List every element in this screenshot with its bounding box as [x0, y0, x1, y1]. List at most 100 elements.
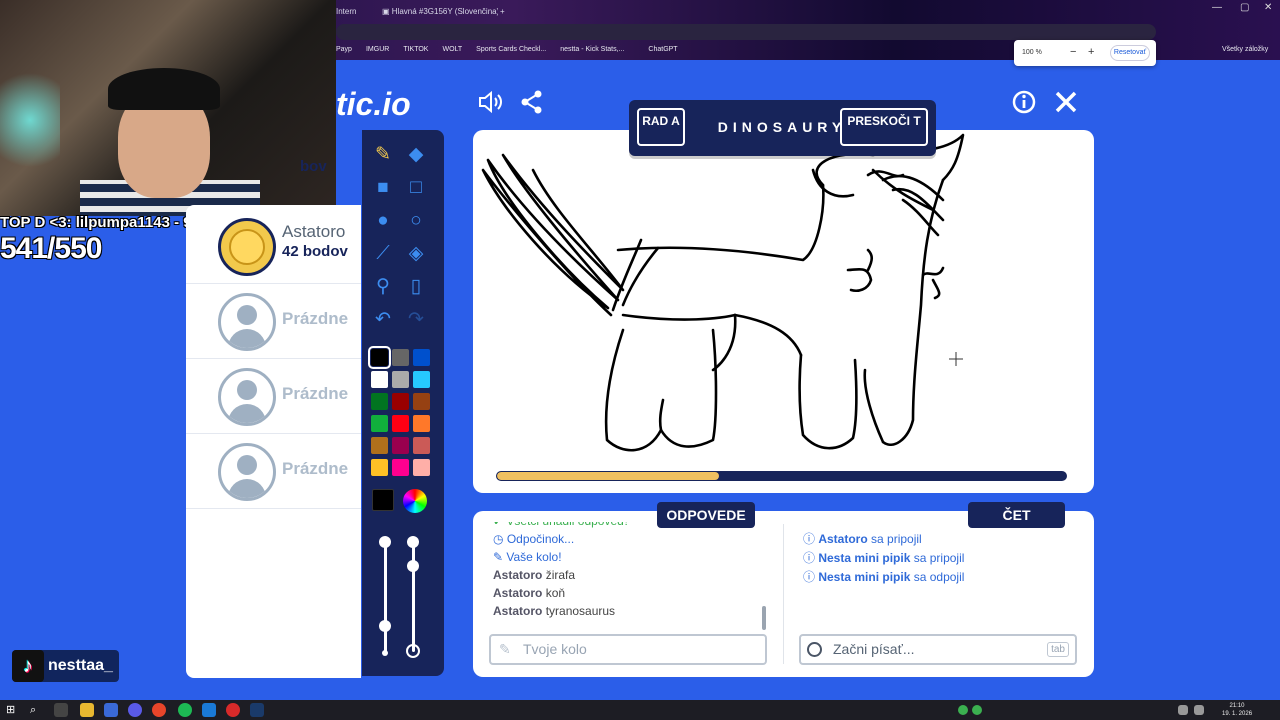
address-bar[interactable] [336, 24, 1156, 40]
color-wheel-icon[interactable] [403, 489, 427, 513]
undo-icon[interactable]: ↶ [370, 307, 396, 333]
bookmark-item[interactable]: nestta - Kick Stats,... [560, 42, 624, 58]
zoom-out-button[interactable]: − [1070, 46, 1076, 58]
browser-tab-active[interactable]: ▣ Hlavná #3G156Y (Slovenčina) - [382, 4, 498, 20]
steam-icon[interactable] [250, 703, 264, 717]
player-slot-empty: Prázdne [186, 435, 361, 509]
color-swatch[interactable] [413, 459, 430, 476]
drawing-tools-panel: ✎ ◆ ■ □ ● ○ ⟋ ◈ ⚲ ▯ ↶ ↷ [362, 130, 444, 676]
filled-ellipse-icon[interactable]: ● [370, 208, 396, 234]
pencil-icon[interactable]: ✎ [370, 142, 396, 168]
chat-tab: ČET [968, 502, 1065, 528]
color-swatch[interactable] [413, 349, 430, 366]
bookmark-item[interactable]: WOLT [442, 42, 462, 58]
color-swatch[interactable] [371, 415, 388, 432]
hint-label: RAD A [642, 114, 680, 128]
color-swatch[interactable] [371, 459, 388, 476]
color-swatch[interactable] [371, 393, 388, 410]
color-swatch[interactable] [392, 349, 409, 366]
tray-icon[interactable] [958, 705, 968, 715]
bookmark-item[interactable]: TIKTOK [403, 42, 428, 58]
minimize-icon[interactable]: — [1212, 2, 1222, 13]
bookmark-item[interactable]: Payp [336, 42, 352, 58]
close-icon[interactable] [1052, 89, 1080, 117]
zoom-reset-button[interactable]: Resetovať [1110, 45, 1150, 61]
color-swatch[interactable] [392, 393, 409, 410]
app-icon[interactable] [202, 703, 216, 717]
redo-icon[interactable]: ↷ [403, 307, 429, 333]
tray-icon[interactable] [972, 705, 982, 715]
color-swatch[interactable] [392, 459, 409, 476]
obs-icon[interactable] [226, 703, 240, 717]
bookmark-item[interactable]: IMGUR [366, 42, 389, 58]
windows-start-icon[interactable]: ⊞ [6, 703, 20, 717]
volume-icon[interactable] [1194, 705, 1204, 715]
color-swatch[interactable] [392, 371, 409, 388]
eyedropper-icon[interactable]: ⚲ [370, 274, 396, 300]
tab-key-hint: tab [1047, 642, 1069, 657]
chrome-icon[interactable] [152, 703, 166, 717]
filled-rectangle-icon[interactable]: ■ [370, 175, 396, 201]
speaker-icon[interactable] [476, 89, 504, 117]
answers-scrollbar[interactable] [762, 606, 766, 630]
slider-knob[interactable] [379, 620, 391, 632]
clear-page-icon[interactable]: ▯ [403, 274, 429, 300]
zoom-popup: 100 % − + Resetovať [1014, 40, 1156, 66]
answer-user: Astatoro [493, 568, 543, 582]
color-swatch[interactable] [392, 437, 409, 454]
new-tab-button[interactable]: + [500, 4, 512, 20]
round-timer-fill [497, 472, 719, 480]
browser-tab[interactable]: Intern [336, 4, 376, 20]
slider-knob[interactable] [407, 560, 419, 572]
line-icon[interactable]: ⟋ [370, 241, 396, 267]
tab-favicon-icon: ▣ [382, 7, 392, 16]
fill-bucket-icon[interactable]: ◈ [403, 241, 429, 267]
drawing-canvas[interactable] [473, 130, 1094, 493]
search-icon[interactable]: ⌕ [30, 703, 44, 717]
color-swatch[interactable] [413, 371, 430, 388]
color-swatch[interactable] [371, 437, 388, 454]
color-swatch[interactable] [413, 415, 430, 432]
color-swatch[interactable] [413, 393, 430, 410]
taskbar: ⊞ ⌕ 21:10 19. 1. 2026 [0, 700, 1280, 720]
app-icon[interactable] [128, 703, 142, 717]
chat-input[interactable]: Začni písať... tab [799, 634, 1077, 665]
bookmark-item[interactable]: ChatGPT [648, 42, 677, 58]
color-swatch[interactable] [413, 437, 430, 454]
tiktok-overlay: ♪ nesttaa_ [12, 650, 119, 682]
player-card[interactable]: Astatoro 42 bodov [186, 210, 361, 284]
network-icon[interactable] [1178, 705, 1188, 715]
window-close-icon[interactable]: ✕ [1264, 2, 1272, 13]
avatar [218, 443, 276, 501]
answer-placeholder: Tvoje kolo [523, 641, 587, 657]
app-icon[interactable] [104, 703, 118, 717]
opacity-slider[interactable] [412, 542, 415, 652]
color-swatch[interactable] [392, 415, 409, 432]
zoom-in-button[interactable]: + [1088, 46, 1094, 58]
small-dot-icon [382, 650, 388, 656]
spotify-icon[interactable] [178, 703, 192, 717]
share-icon[interactable] [518, 89, 546, 117]
color-swatch[interactable] [371, 371, 388, 388]
file-explorer-icon[interactable] [80, 703, 94, 717]
answer-text: Vaše kolo! [506, 550, 562, 564]
answer-input[interactable]: ✎ Tvoje kolo [489, 634, 767, 665]
slider-knob[interactable] [407, 536, 419, 548]
bookmark-item[interactable]: Sports Cards Checkl... [476, 42, 546, 58]
ellipse-icon[interactable]: ○ [403, 208, 429, 234]
task-view-icon[interactable] [54, 703, 68, 717]
gartic-logo: tic.io [336, 86, 411, 122]
info-icon[interactable] [1010, 89, 1038, 117]
answer-text: žirafa [545, 568, 576, 582]
all-bookmarks-link[interactable]: Všetky záložky [1222, 42, 1268, 58]
eraser-icon[interactable]: ◆ [403, 142, 429, 168]
skip-button[interactable]: PRESKOČI T [840, 108, 928, 146]
brush-size-slider[interactable] [384, 542, 387, 652]
rectangle-icon[interactable]: □ [403, 175, 429, 201]
maximize-icon[interactable]: ▢ [1240, 2, 1249, 13]
hint-button[interactable]: RAD A [637, 108, 685, 146]
chat-text: sa pripojil [871, 532, 922, 546]
current-color-swatch[interactable] [372, 489, 394, 511]
color-swatch[interactable] [368, 346, 391, 369]
slider-knob[interactable] [379, 536, 391, 548]
